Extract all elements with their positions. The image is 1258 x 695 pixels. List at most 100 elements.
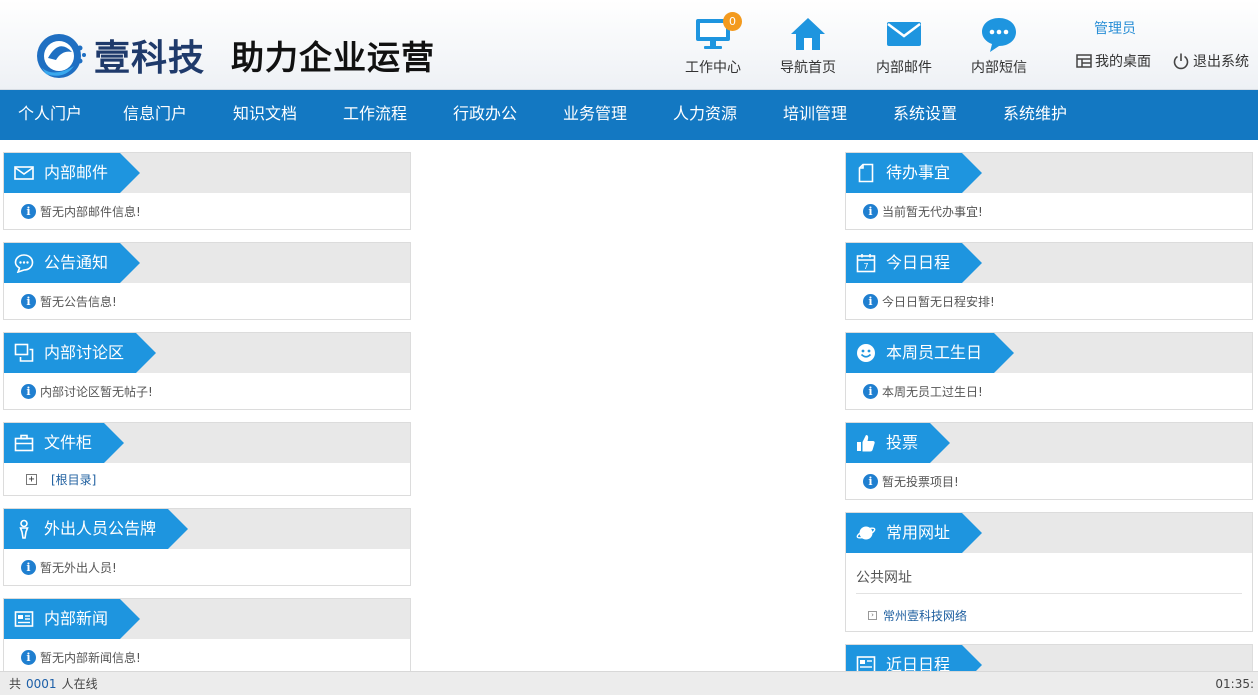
nav-mail[interactable]: 内部邮件	[866, 14, 942, 77]
status-bar: 共 0001 人在线 01:35:	[0, 671, 1258, 695]
expand-icon[interactable]: +	[26, 473, 37, 485]
panel-title: 待办事宜	[886, 163, 951, 182]
user-name[interactable]: 管理员	[1094, 18, 1136, 38]
panel-title: 内部新闻	[44, 609, 109, 628]
nav-home-label: 导航首页	[780, 60, 836, 76]
panel-discussion: 内部讨论区 i 内部讨论区暂无帖子!	[3, 332, 411, 410]
my-desktop-link[interactable]: 我的桌面	[1076, 51, 1151, 71]
info-icon: i	[21, 559, 36, 575]
panel-tab[interactable]: 内部邮件	[4, 153, 141, 193]
panel-message: 本周无员工过生日!	[882, 384, 983, 399]
svg-text:7: 7	[863, 262, 868, 271]
panel-message: 暂无内部新闻信息!	[40, 650, 141, 665]
panel-message: 暂无外出人员!	[40, 560, 117, 575]
calendar-list-icon	[856, 656, 876, 671]
link-text[interactable]: 常州壹科技网络	[883, 607, 967, 624]
nav-work-center[interactable]: 0 工作中心	[675, 12, 751, 77]
main-nav: 个人门户 信息门户 知识文档 工作流程 行政办公 业务管理 人力资源 培训管理 …	[0, 90, 1258, 140]
my-desktop-label: 我的桌面	[1095, 54, 1151, 70]
main-nav-item[interactable]: 人力资源	[650, 90, 760, 140]
info-icon: i	[21, 203, 36, 219]
panel-message: 暂无内部邮件信息!	[40, 204, 141, 219]
panel-message: 暂无公告信息!	[40, 294, 117, 309]
links-subheading: 公共网址	[856, 570, 912, 586]
panel-birthdays: 本周员工生日 i 本周无员工过生日!	[845, 332, 1253, 410]
main-nav-item[interactable]: 系统维护	[980, 90, 1090, 140]
home-icon	[788, 14, 828, 54]
discussion-icon	[14, 343, 34, 362]
nav-sms-label: 内部短信	[971, 60, 1027, 76]
panel-todo: 待办事宜 i 当前暂无代办事宜!	[845, 152, 1253, 230]
briefcase-icon	[14, 434, 34, 452]
panel-title: 内部邮件	[44, 163, 109, 182]
panel-message: 今日日暂无日程安排!	[882, 294, 995, 309]
mail-icon	[14, 166, 34, 180]
info-icon: i	[863, 383, 878, 399]
info-icon: i	[863, 293, 878, 309]
newspaper-icon	[14, 611, 34, 627]
logout-link[interactable]: 退出系统	[1172, 51, 1249, 71]
main-nav-item[interactable]: 业务管理	[540, 90, 650, 140]
info-icon: i	[21, 383, 36, 399]
link-item[interactable]: › 常州壹科技网络	[846, 594, 1252, 624]
info-icon: i	[863, 473, 878, 489]
main-nav-item[interactable]: 行政办公	[430, 90, 540, 140]
panel-tab[interactable]: 文件柜	[4, 423, 125, 463]
info-icon: i	[21, 293, 36, 309]
panel-tab[interactable]: 投票	[846, 423, 951, 463]
logo: 壹科技 助力企业运营	[34, 28, 435, 82]
panel-tab[interactable]: 内部新闻	[4, 599, 141, 639]
panel-common-links: 常用网址 公共网址 › 常州壹科技网络	[845, 512, 1253, 632]
document-icon	[858, 163, 874, 183]
brand-name: 壹科技	[94, 37, 206, 79]
nav-home[interactable]: 导航首页	[770, 14, 846, 77]
panel-tab[interactable]: 常用网址	[846, 513, 983, 553]
panel-tab[interactable]: 内部讨论区	[4, 333, 157, 373]
main-nav-item[interactable]: 信息门户	[100, 90, 210, 140]
nav-sms[interactable]: 内部短信	[961, 14, 1037, 77]
main-nav-item[interactable]: 个人门户	[0, 90, 100, 140]
logout-label: 退出系统	[1193, 54, 1249, 70]
online-count[interactable]: 0001	[26, 677, 57, 691]
online-users: 共 0001 人在线	[9, 672, 98, 695]
panel-tab[interactable]: 公告通知	[4, 243, 141, 283]
panel-title: 内部讨论区	[44, 343, 125, 362]
main-nav-item[interactable]: 工作流程	[320, 90, 430, 140]
person-icon	[19, 519, 29, 539]
panel-title: 本周员工生日	[886, 343, 983, 362]
main-nav-item[interactable]: 知识文档	[210, 90, 320, 140]
smile-icon	[857, 344, 875, 362]
panel-tab[interactable]: 7 今日日程	[846, 243, 983, 283]
panel-title: 常用网址	[886, 523, 951, 542]
panel-file-cabinet: 文件柜 + [根目录]	[3, 422, 411, 496]
panel-tab[interactable]: 本周员工生日	[846, 333, 1015, 373]
panel-internal-news: 内部新闻 i 暂无内部新闻信息!	[3, 598, 411, 672]
panel-tab[interactable]: 待办事宜	[846, 153, 983, 193]
calendar-icon: 7	[856, 254, 876, 273]
panel-title: 今日日程	[886, 253, 951, 272]
panel-vote: 投票 i 暂无投票项目!	[845, 422, 1253, 500]
panel-title: 文件柜	[44, 433, 93, 452]
power-icon	[1173, 53, 1189, 70]
main-nav-item[interactable]: 培训管理	[760, 90, 870, 140]
panel-title: 外出人员公告牌	[44, 519, 157, 538]
panel-title: 公告通知	[44, 253, 109, 272]
clock: 01:35:	[1215, 677, 1254, 691]
panel-tab[interactable]: 近日日程	[846, 645, 983, 671]
main-nav-item[interactable]: 系统设置	[870, 90, 980, 140]
panel-tab[interactable]: 外出人员公告牌	[4, 509, 189, 549]
panel-recent-schedule: 近日日程	[845, 644, 1253, 671]
panel-internal-mail: 内部邮件 i 暂无内部邮件信息!	[3, 152, 411, 230]
panel-title: 投票	[886, 433, 919, 452]
root-folder-link[interactable]: [根目录]	[51, 471, 96, 488]
panel-message: 内部讨论区暂无帖子!	[40, 384, 153, 399]
panel-out-of-office: 外出人员公告牌 i 暂无外出人员!	[3, 508, 411, 586]
info-icon: i	[863, 203, 878, 219]
arrow-right-icon: ›	[868, 611, 877, 620]
panel-title: 近日日程	[886, 655, 951, 671]
planet-icon	[856, 526, 876, 540]
panel-message: 暂无投票项目!	[882, 474, 959, 489]
chat-icon	[979, 14, 1019, 54]
thumbs-up-icon	[857, 435, 875, 452]
online-suffix: 人在线	[61, 677, 98, 691]
